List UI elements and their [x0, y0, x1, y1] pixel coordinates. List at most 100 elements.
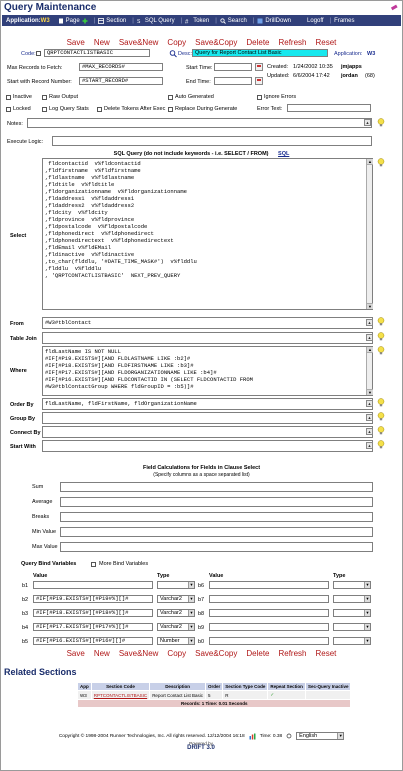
join-textarea[interactable] [42, 332, 373, 344]
expand-connectby-button[interactable]: ▲ [366, 428, 373, 435]
auto-generated-checkbox[interactable] [168, 95, 173, 100]
delete-tokens-checkbox[interactable] [97, 107, 102, 112]
bind-b2-input[interactable]: #IF[#P19.EXISTS#][#P19#%][]# [33, 595, 153, 603]
nav-token[interactable]: # Token [185, 18, 209, 24]
bind-b0-input[interactable] [209, 637, 329, 645]
bind-b1-input[interactable] [33, 581, 153, 589]
save-copy-button[interactable]: Save&Copy [195, 38, 237, 47]
expand-groupby-button[interactable]: ▲ [366, 414, 373, 421]
calc-min-input[interactable] [60, 527, 373, 537]
startwith-textarea[interactable] [42, 440, 373, 452]
select-textarea[interactable]: fldcontactid v%fldcontactid ,fldfirstnam… [42, 158, 373, 310]
connectby-textarea[interactable] [42, 426, 373, 438]
save-button[interactable]: Save [67, 649, 85, 658]
lightbulb-icon[interactable] [377, 440, 385, 449]
lightbulb-icon[interactable] [377, 412, 385, 421]
where-scrollbar[interactable]: ▲ ▼ [366, 347, 373, 395]
log-query-stats-checkbox[interactable] [42, 107, 47, 112]
bind-b9-input[interactable] [209, 623, 329, 631]
more-binds-checkbox[interactable] [91, 562, 96, 567]
reset-button[interactable]: Reset [316, 38, 337, 47]
chart-icon[interactable] [249, 733, 256, 740]
refresh-button[interactable]: Refresh [278, 38, 306, 47]
nav-sql-query[interactable]: S SQL Query [137, 18, 175, 24]
calendar-icon[interactable] [255, 63, 263, 71]
lightbulb-icon[interactable] [377, 118, 385, 127]
bind-b8-input[interactable] [209, 609, 329, 617]
calc-average-input[interactable] [60, 497, 373, 507]
expand-join-button[interactable]: ▲ [366, 334, 373, 341]
end-time-input[interactable] [214, 77, 252, 85]
expand-orderby-button[interactable]: ▲ [366, 400, 373, 407]
code-input[interactable]: QRPTCONTACTLISTBASIC [44, 49, 150, 57]
nav-frames[interactable]: Frames [334, 18, 354, 24]
delete-button[interactable]: Delete [246, 649, 269, 658]
bind-b4-type-select[interactable]: Varchar2 ▼ [157, 623, 195, 631]
ignore-errors-checkbox[interactable] [257, 95, 262, 100]
new-button[interactable]: New [94, 38, 110, 47]
raw-output-checkbox[interactable] [42, 95, 47, 100]
nav-logoff[interactable]: Logoff [307, 18, 324, 24]
where-textarea[interactable]: fldLastName IS NOT NULL #IF[#P19.EXISTS#… [42, 346, 373, 396]
expand-notes-button[interactable]: ▲ [364, 119, 371, 126]
lightbulb-icon[interactable] [377, 346, 385, 355]
sql-badge[interactable]: SQL [278, 151, 289, 157]
nav-search[interactable]: Search [220, 18, 247, 24]
calendar-icon[interactable] [255, 77, 263, 85]
nav-page[interactable]: Page [58, 18, 88, 24]
start-record-input[interactable]: #START_RECORD# [79, 77, 163, 85]
copy-button[interactable]: Copy [167, 38, 186, 47]
bind-b6-input[interactable] [209, 581, 329, 589]
nav-drilldown[interactable]: DrillDown [257, 18, 291, 24]
search-icon[interactable] [169, 49, 177, 58]
bind-b4-input[interactable]: #IF[#P17.EXISTS#][#P17#%][]# [33, 623, 153, 631]
bind-b3-type-select[interactable]: Varchar2 ▼ [157, 609, 195, 617]
calc-sum-input[interactable] [60, 482, 373, 492]
bind-b5-type-select[interactable]: Number ▼ [157, 637, 195, 645]
bind-b7-type-select[interactable]: ▼ [333, 595, 371, 603]
refresh-icon[interactable] [286, 733, 292, 739]
eraser-icon[interactable] [390, 3, 398, 11]
bind-b1-type-select[interactable]: ▼ [157, 581, 195, 589]
section-code-link[interactable]: RPTCONTACTLISTBASIC [90, 690, 151, 700]
expand-from-button[interactable]: ▲ [366, 319, 373, 326]
language-select[interactable]: English ▼ [296, 732, 345, 740]
save-copy-button[interactable]: Save&Copy [195, 649, 237, 658]
lightbulb-icon[interactable] [377, 398, 385, 407]
copy-button[interactable]: Copy [167, 649, 186, 658]
lightbulb-icon[interactable] [377, 332, 385, 341]
select-scrollbar[interactable]: ▲ ▼ [366, 159, 373, 309]
bind-b2-type-select[interactable]: Varchar2 ▼ [157, 595, 195, 603]
calc-max-input[interactable] [60, 542, 373, 552]
delete-button[interactable]: Delete [246, 38, 269, 47]
bind-b7-input[interactable] [209, 595, 329, 603]
save-button[interactable]: Save [67, 38, 85, 47]
bind-b3-input[interactable]: #IF[#P18.EXISTS#][#P18#%][]# [33, 609, 153, 617]
replace-during-generate-checkbox[interactable] [168, 107, 173, 112]
inactive-checkbox[interactable] [6, 95, 11, 100]
save-new-button[interactable]: Save&New [119, 649, 159, 658]
max-records-input[interactable]: #MAX_RECORDS# [79, 63, 163, 71]
add-icon[interactable] [82, 18, 88, 24]
desc-input[interactable]: Query for Report Contact List Basic [192, 49, 328, 57]
bind-b9-type-select[interactable]: ▼ [333, 623, 371, 631]
refresh-button[interactable]: Refresh [278, 649, 306, 658]
reset-button[interactable]: Reset [316, 649, 337, 658]
bind-b5-input[interactable]: #IF[#P16.EXISTS#][#P16#][]# [33, 637, 153, 645]
error-text-input[interactable] [287, 104, 371, 112]
lightbulb-icon[interactable] [377, 317, 385, 326]
groupby-textarea[interactable] [42, 412, 373, 424]
locked-checkbox[interactable] [6, 107, 11, 112]
start-time-input[interactable] [214, 63, 252, 71]
bind-b6-type-select[interactable]: ▼ [333, 581, 371, 589]
lightbulb-icon[interactable] [377, 426, 385, 435]
notes-input[interactable] [27, 118, 372, 128]
execute-logic-input[interactable] [52, 136, 372, 146]
new-button[interactable]: New [94, 649, 110, 658]
nav-section[interactable]: Section [98, 18, 126, 24]
orderby-textarea[interactable]: fldLastName, fldFirstName, fldOrganizati… [42, 398, 373, 410]
calc-breaks-input[interactable] [60, 512, 373, 522]
expand-startwith-button[interactable]: ▲ [366, 442, 373, 449]
lightbulb-icon[interactable] [377, 158, 385, 167]
save-new-button[interactable]: Save&New [119, 38, 159, 47]
